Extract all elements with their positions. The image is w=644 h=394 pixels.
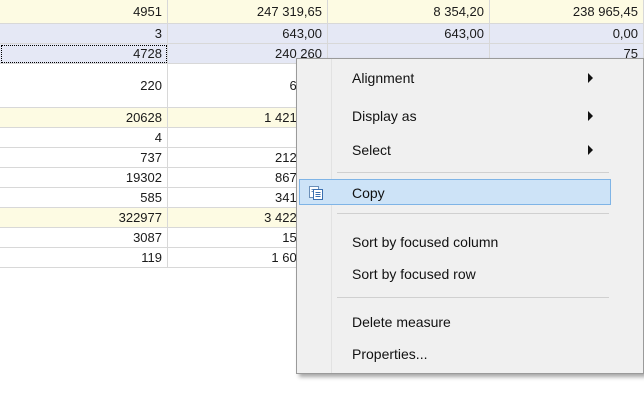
menu-item-sort-by-focused-row[interactable]: Sort by focused row <box>299 261 611 287</box>
table-cell[interactable]: 0,00 <box>490 24 644 44</box>
menu-separator <box>337 213 609 214</box>
table-cell[interactable]: 643,00 <box>328 24 490 44</box>
table-cell[interactable]: 3087 <box>0 228 168 248</box>
menu-separator <box>337 297 609 298</box>
submenu-arrow-icon <box>588 111 593 121</box>
menu-item-label: Delete measure <box>352 314 451 330</box>
table-row: 3 643,00 643,00 0,00 <box>0 24 644 44</box>
menu-item-label: Sort by focused column <box>352 234 499 250</box>
menu-item-label: Copy <box>352 185 385 201</box>
table-cell[interactable]: 3 <box>0 24 168 44</box>
table-cell[interactable]: 4 <box>0 128 168 148</box>
submenu-arrow-icon <box>588 73 593 83</box>
menu-item-alignment[interactable]: Alignment <box>299 65 611 91</box>
menu-item-copy[interactable]: Copy <box>299 179 611 205</box>
table-cell[interactable]: 322977 <box>0 208 168 228</box>
table-cell[interactable]: 20628 <box>0 108 168 128</box>
table-cell[interactable]: 19302 <box>0 168 168 188</box>
table-cell[interactable]: 8 354,20 <box>328 0 490 24</box>
menu-item-display-as[interactable]: Display as <box>299 103 611 129</box>
menu-item-delete-measure[interactable]: Delete measure <box>299 309 611 335</box>
table-cell[interactable]: 119 <box>0 248 168 268</box>
table-cell[interactable]: 4951 <box>0 0 168 24</box>
table-cell[interactable]: 585 <box>0 188 168 208</box>
menu-item-label: Display as <box>352 108 417 124</box>
menu-separator <box>337 172 609 173</box>
menu-item-sort-by-focused-column[interactable]: Sort by focused column <box>299 229 611 255</box>
menu-item-select[interactable]: Select <box>299 137 611 163</box>
context-menu: Alignment Display as Select Copy Sort by… <box>296 58 644 374</box>
table-cell[interactable]: 238 965,45 <box>490 0 644 24</box>
menu-item-label: Alignment <box>352 70 415 86</box>
table-cell[interactable]: 4728 <box>0 44 168 64</box>
table-cell[interactable]: 247 319,65 <box>168 0 328 24</box>
menu-item-label: Sort by focused row <box>352 266 476 282</box>
menu-item-properties[interactable]: Properties... <box>299 341 611 367</box>
table-cell[interactable]: 220 <box>0 64 168 108</box>
table-cell[interactable]: 643,00 <box>168 24 328 44</box>
table-cell[interactable]: 737 <box>0 148 168 168</box>
copy-icon <box>309 186 323 200</box>
submenu-arrow-icon <box>588 145 593 155</box>
menu-item-label: Select <box>352 142 391 158</box>
menu-item-label: Properties... <box>352 346 428 362</box>
table-row: 4951 247 319,65 8 354,20 238 965,45 <box>0 0 644 24</box>
